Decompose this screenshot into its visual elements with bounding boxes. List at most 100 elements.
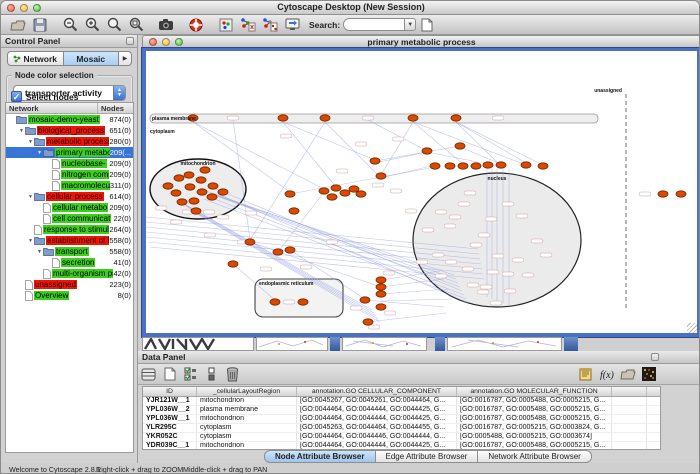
import-icon [285, 18, 300, 31]
annotation-button[interactable] [215, 16, 237, 34]
search-input[interactable] [343, 18, 405, 31]
zoom-out-button[interactable] [59, 16, 81, 34]
matrix-button[interactable] [638, 365, 659, 383]
attribute-editor-button[interactable] [575, 365, 596, 383]
copy-network-button[interactable] [237, 16, 259, 34]
float-panel-icon[interactable] [651, 353, 659, 361]
tree-row[interactable]: ▼metabolic process280(0) [6, 136, 133, 147]
tab-overflow-icon[interactable]: ▶ [119, 51, 132, 66]
import-network-button[interactable] [281, 16, 303, 34]
import-attributes-button[interactable] [617, 365, 638, 383]
tree-row[interactable]: ▼primary metabo209(... [6, 147, 133, 158]
network-node [331, 185, 341, 191]
tree-expand-icon[interactable]: ▼ [36, 150, 43, 156]
zoom-in-button[interactable] [81, 16, 103, 34]
tree-expand-icon[interactable]: ▼ [27, 139, 34, 145]
table-column-header[interactable]: ID [143, 387, 197, 396]
tab-node-attribute-browser[interactable]: Node Attribute Browser [264, 450, 376, 463]
tree-row[interactable]: ▼cellular process614(0) [6, 191, 133, 202]
attribute-select-button[interactable] [138, 365, 159, 383]
tree-row[interactable]: Overview8(0) [6, 290, 133, 301]
tree-row[interactable]: response to stimulu264(0) [6, 224, 133, 235]
edge [375, 152, 427, 163]
folder-icon [43, 148, 54, 157]
zoom-out-icon [63, 17, 78, 32]
tree-row[interactable]: ▼biological_process651(0) [6, 125, 133, 136]
zoom-selected-button[interactable] [125, 16, 147, 34]
tree-expand-icon[interactable]: ▼ [36, 249, 43, 255]
tab-network[interactable]: Network [7, 51, 64, 66]
tree-row[interactable]: mosaic-demo-yeast874(0) [6, 114, 133, 125]
network-node [273, 249, 283, 255]
tree-expand-icon[interactable]: ▼ [27, 194, 34, 200]
folder-icon [25, 126, 36, 135]
tree-row[interactable]: cellular metabo209(0) [6, 202, 133, 213]
function-builder-button[interactable]: f(x) [596, 365, 617, 383]
app-titlebar[interactable]: Cytoscape Desktop (New Session) [1, 1, 700, 15]
node-label-pill [502, 202, 514, 206]
tree-expand-icon[interactable]: ▼ [27, 238, 34, 244]
select-attributes-button[interactable] [180, 365, 201, 383]
snapshot-button[interactable] [155, 16, 177, 34]
tree-row-label: cell communicat [52, 214, 111, 223]
status-message: Welcome to Cytoscape 2.8.1 [9, 465, 101, 474]
table-cell: mitochondrion [197, 415, 297, 423]
table-cell: YDR039C__1 [143, 442, 197, 450]
tree-expand-icon[interactable]: ▼ [18, 128, 25, 134]
tab-edge-attribute-browser[interactable]: Edge Attribute Browser [376, 450, 479, 463]
unselect-attributes-button[interactable] [201, 365, 222, 383]
tree-row[interactable]: cell communicat22(0) [6, 213, 133, 224]
tree-row[interactable]: unassigned223(0) [6, 279, 133, 290]
tree-row[interactable]: ▼transport558(0) [6, 246, 133, 257]
region-label: nucleus [488, 176, 507, 182]
table-column-header[interactable]: _cellularLayoutRegion [197, 387, 297, 396]
page-icon [25, 291, 33, 301]
create-attribute-button[interactable] [159, 365, 180, 383]
table-row[interactable]: YKR052Ccytoplasm[GO:0044464, GO:0044446,… [143, 433, 660, 442]
save-session-button[interactable] [29, 16, 51, 34]
tree-row[interactable]: macromolecule311(0) [6, 180, 133, 191]
search-dropdown-icon[interactable]: ▼ [405, 18, 416, 31]
table-row[interactable]: YLR295Ccytoplasm[GO:0045263, GO:0044464,… [143, 424, 660, 433]
table-column-filler [612, 387, 647, 396]
tree-row[interactable]: secretion41(0) [6, 257, 133, 268]
select-nodes-checkbox[interactable]: ✓ [11, 91, 22, 102]
network-node [189, 198, 199, 204]
background-window-preview [256, 337, 328, 351]
node-label-pill [405, 209, 417, 213]
open-file-button[interactable] [7, 16, 29, 34]
network-node [349, 186, 359, 192]
camera-icon [158, 18, 174, 31]
table-row[interactable]: YJR121W__1mitochondrion[GO:0045267, GO:0… [143, 397, 660, 406]
tree-column-nodes[interactable]: Nodes [98, 103, 133, 113]
table-column-header[interactable]: annotation.GO MOLECULAR_FUNCTION [457, 387, 612, 396]
delete-attribute-button[interactable] [222, 365, 243, 383]
table-column-header[interactable]: annotation.GO CELLULAR_COMPONENT [297, 387, 457, 396]
select-nodes-label: Select nodes [26, 92, 78, 102]
attribute-browser-tabs: Node Attribute BrowserEdge Attribute Bro… [264, 450, 592, 463]
tree-row[interactable]: nucleobase-209(0) [6, 158, 133, 169]
network-canvas[interactable]: plasma membranecytoplasmmitochondrionnuc… [146, 51, 697, 333]
float-panel-icon[interactable] [126, 37, 134, 45]
table-row[interactable]: YPL036W__2plasma membrane[GO:0044464, GO… [143, 406, 660, 415]
table-row[interactable]: YDR039C__1mitochondrion[GO:0044464, GO:0… [143, 442, 660, 450]
paste-network-button[interactable] [259, 16, 281, 34]
help-button[interactable] [185, 16, 207, 34]
table-cell: [GO:0044464, GO:0044446, GO:0044444, G..… [297, 433, 457, 441]
tab-network-attribute-browser[interactable]: Network Attribute Browser [478, 450, 591, 463]
node-label-pill [260, 267, 272, 271]
tab-mosaic[interactable]: Mosaic [64, 51, 120, 66]
zoom-fit-button[interactable] [103, 16, 125, 34]
status-message: Right-click + drag to ZOOM [96, 465, 183, 474]
table-row[interactable]: YPL036W__1mitochondrion[GO:0044464, GO:0… [143, 415, 660, 424]
tree-row[interactable]: ▼establishment of lo558(0) [6, 235, 133, 246]
search-options-button[interactable] [416, 16, 438, 34]
tree-row[interactable]: nitrogen compo209(0) [6, 169, 133, 180]
network-window-titlebar[interactable]: primary metabolic process [142, 35, 700, 48]
dropdown-stepper-icon[interactable]: ▲▼ [113, 86, 125, 100]
tree-column-network[interactable]: Network [6, 103, 98, 113]
node-label-pill [464, 191, 476, 195]
resize-grip-icon[interactable] [687, 323, 697, 333]
tree-row[interactable]: multi-organism pro42(0) [6, 268, 133, 279]
tree-row-label: nucleobase- [61, 159, 107, 168]
